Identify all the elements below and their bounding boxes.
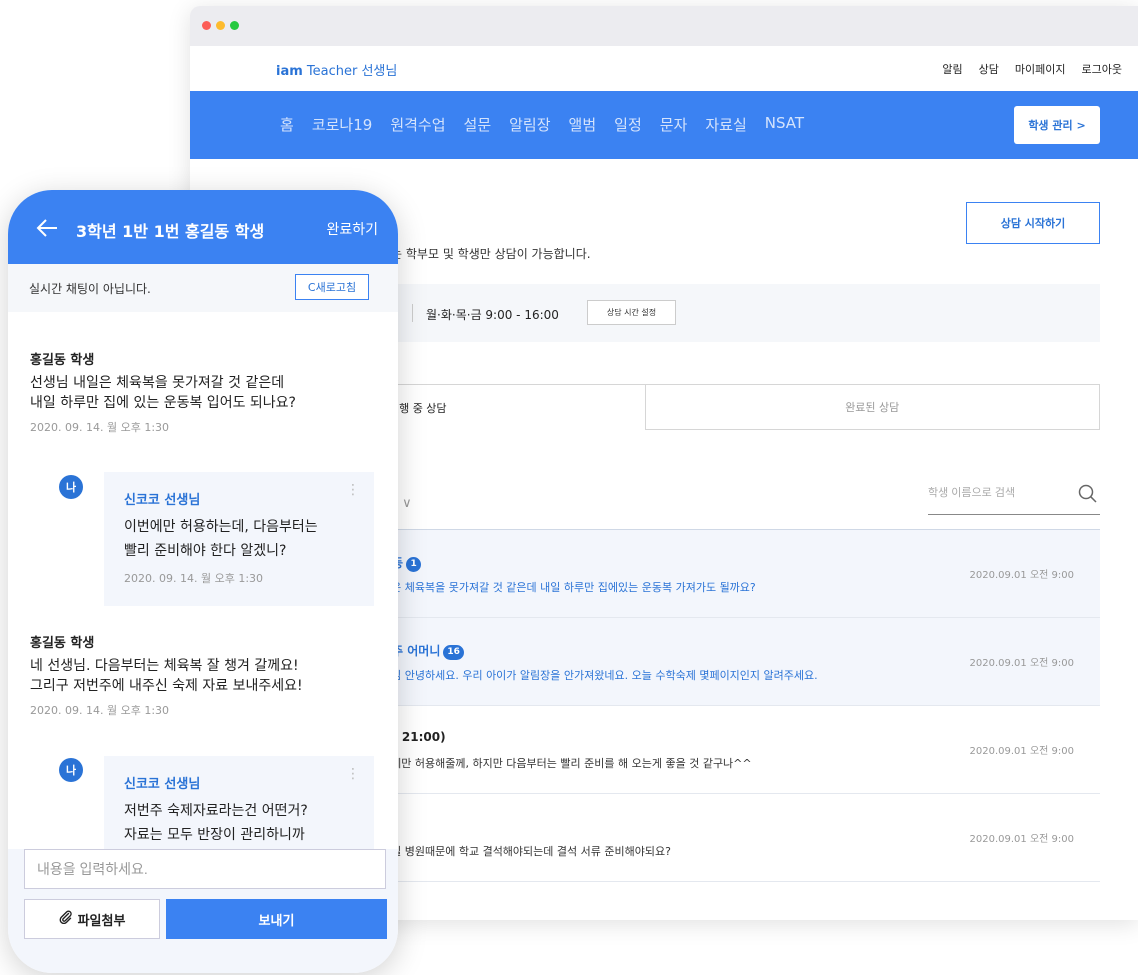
nav-item-nsat[interactable]: NSAT	[765, 114, 804, 135]
tab-completed[interactable]: 완료된 상담	[645, 384, 1100, 430]
consult-row-message: 일은 체육복을 못가져갈 것 같은데 내일 하루만 집에있는 운동복 가져가도 …	[381, 581, 756, 594]
site-header: iam Teacher 선생님 알림 상담 마이페이지 로그아웃	[190, 46, 1138, 91]
message-text: 이번에만 허용하는데, 다음부터는	[124, 519, 318, 535]
window-titlebar	[190, 6, 1138, 46]
top-link-notifications[interactable]: 알림	[942, 61, 962, 77]
nav-item-remote-class[interactable]: 원격수업	[390, 114, 445, 135]
consult-row-message: 내일 병원때문에 학교 결석해야되는데 결석 서류 준비해야되요?	[381, 845, 671, 858]
message-sender: 홍길동 학생	[30, 353, 95, 368]
search-input[interactable]	[928, 487, 1068, 499]
nav-item-home[interactable]: 홈	[280, 114, 294, 135]
chat-input-area: 파일첨부 보내기	[8, 849, 398, 973]
message-text: 선생님 내일은 체육복을 못가져갈 것 같은데	[30, 375, 285, 391]
nav-item-notice[interactable]: 알림장	[509, 114, 550, 135]
brand-logo-rest: Teacher 선생님	[302, 64, 398, 79]
teacher-message: 신코코 선생님 ⋮ 저번주 숙제자료라는건 어떤거? 자료는 모두 반장이 관리…	[104, 756, 374, 849]
hours-divider	[412, 304, 413, 322]
search-icon[interactable]	[1078, 484, 1098, 508]
top-link-consult[interactable]: 상담	[979, 61, 999, 77]
brand-logo-bold: iam	[276, 64, 303, 79]
top-link-logout[interactable]: 로그아웃	[1082, 61, 1122, 77]
hours-value: 월·화·목·금 9:00 - 16:00	[426, 308, 559, 322]
message-time: 2020. 09. 14. 월 오후 1:30	[124, 572, 264, 585]
consult-row-date: 2020.09.01 오전 9:00	[969, 834, 1074, 845]
top-links: 알림 상담 마이페이지 로그아웃	[942, 61, 1122, 77]
top-link-mypage[interactable]: 마이페이지	[1015, 61, 1066, 77]
message-text: 빨리 준비해야 한다 알겠니?	[124, 543, 287, 559]
brand-logo[interactable]: iam Teacher 선생님	[276, 60, 397, 79]
more-options-icon[interactable]: ⋮	[346, 483, 360, 497]
my-avatar: 나	[59, 758, 83, 782]
teacher-message: 신코코 선생님 ⋮ 이번에만 허용하는데, 다음부터는 빨리 준비해야 한다 알…	[104, 472, 374, 606]
student-message: 홍길동 학생 네 선생님. 다음부터는 체육복 잘 챙겨 갈께요! 그리구 저번…	[30, 632, 303, 718]
minimize-window-button[interactable]	[216, 21, 225, 30]
student-management-button[interactable]: 학생 관리 >	[1014, 106, 1100, 144]
nav-item-resources[interactable]: 자료실	[705, 114, 746, 135]
consult-row-message: 번에만 허용해줄께, 하지만 다음부터는 빨리 준비를 해 오는게 좋을 것 같…	[381, 757, 752, 770]
nav-item-album[interactable]: 앨범	[569, 114, 597, 135]
complete-button[interactable]: 완료하기	[326, 219, 378, 239]
message-text: 자료는 모두 반장이 관리하니까	[124, 827, 305, 843]
attach-file-label: 파일첨부	[77, 913, 126, 929]
set-hours-button[interactable]: 상담 시간 설정	[587, 300, 676, 325]
more-options-icon[interactable]: ⋮	[346, 767, 360, 781]
chat-title: 3학년 1반 1번 홍길동 학생	[76, 222, 265, 241]
message-time: 2020. 09. 14. 월 오후 1:30	[30, 421, 170, 434]
message-sender: 홍길동 학생	[30, 636, 95, 651]
consult-description: 하는 학부모 및 학생만 상담이 가능합니다.	[380, 247, 591, 261]
phone-chat-window: 3학년 1반 1번 홍길동 학생 완료하기 실시간 채팅이 아닙니다. C새로고…	[8, 190, 398, 973]
chat-messages[interactable]: 홍길동 학생 선생님 내일은 체육복을 못가져갈 것 같은데 내일 하루만 집에…	[8, 312, 398, 849]
main-nav: 홈 코로나19 원격수업 설문 알림장 앨범 일정 문자 자료실 NSAT 학생…	[190, 91, 1138, 159]
notice-text: 실시간 채팅이 아닙니다.	[29, 282, 151, 296]
paperclip-icon	[59, 910, 73, 928]
nav-item-sms[interactable]: 문자	[660, 114, 688, 135]
notice-bar: 실시간 채팅이 아닙니다. C새로고침	[8, 264, 398, 312]
message-time: 2020. 09. 14. 월 오후 1:30	[30, 704, 170, 717]
send-button[interactable]: 보내기	[166, 899, 387, 939]
back-arrow-icon[interactable]	[36, 218, 58, 242]
nav-item-covid[interactable]: 코로나19	[312, 114, 373, 135]
refresh-button[interactable]: C새로고침	[295, 274, 369, 300]
maximize-window-button[interactable]	[230, 21, 239, 30]
consult-row-date: 2020.09.01 오전 9:00	[969, 658, 1074, 669]
search-box	[928, 481, 1100, 515]
nav-item-schedule[interactable]: 일정	[614, 114, 642, 135]
attach-file-button[interactable]: 파일첨부	[24, 899, 160, 939]
consult-row-date: 2020.09.01 오전 9:00	[969, 746, 1074, 757]
message-text: 내일 하루만 집에 있는 운동복 입어도 되나요?	[30, 395, 296, 411]
my-avatar: 나	[59, 475, 83, 499]
message-text: 네 선생님. 다음부터는 체육복 잘 챙겨 갈께요!	[30, 658, 299, 674]
message-input[interactable]	[24, 849, 386, 889]
nav-item-survey[interactable]: 설문	[464, 114, 492, 135]
message-sender: 신코코 선생님	[124, 777, 201, 792]
unread-badge: 1	[406, 557, 422, 572]
unread-badge: 16	[443, 645, 464, 660]
consult-row-date: 2020.09.01 오전 9:00	[969, 570, 1074, 581]
student-message: 홍길동 학생 선생님 내일은 체육복을 못가져갈 것 같은데 내일 하루만 집에…	[30, 349, 296, 435]
message-sender: 신코코 선생님	[124, 493, 201, 508]
message-text: 그리구 저번주에 내주신 숙제 자료 보내주세요!	[30, 678, 303, 694]
message-text: 저번주 숙제자료라는건 어떤거?	[124, 803, 308, 819]
chat-header: 3학년 1반 1번 홍길동 학생 완료하기	[8, 190, 398, 264]
start-consult-button[interactable]: 상담 시작하기	[966, 202, 1100, 244]
consult-row-message: 생님 안녕하세요. 우리 아이가 알림장을 안가져왔네요. 오늘 수학숙제 몇페…	[381, 669, 818, 682]
close-window-button[interactable]	[202, 21, 211, 30]
